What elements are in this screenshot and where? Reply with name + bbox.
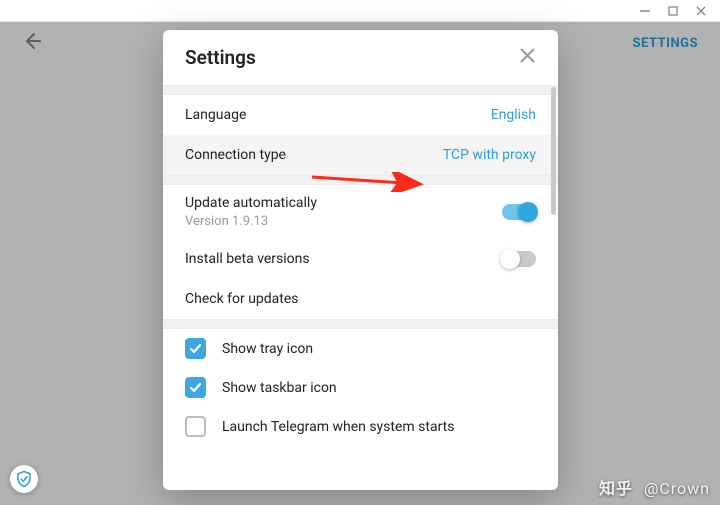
checkbox-show-taskbar[interactable]	[185, 377, 206, 398]
row-show-tray-icon[interactable]: Show tray icon	[163, 329, 558, 368]
watermark-site: 知乎	[599, 479, 633, 498]
row-label: Update automatically	[185, 195, 317, 211]
close-icon[interactable]	[519, 47, 536, 68]
toggle-install-beta[interactable]	[502, 251, 536, 267]
row-install-beta[interactable]: Install beta versions	[163, 239, 558, 279]
checkbox-label: Show tray icon	[222, 341, 313, 357]
watermark-handle: @Crown	[644, 479, 710, 498]
row-value: English	[491, 107, 536, 123]
section-divider	[163, 319, 558, 329]
row-label: Install beta versions	[185, 251, 310, 267]
scrollbar-thumb[interactable]	[551, 87, 556, 215]
checkbox-label: Show taskbar icon	[222, 380, 337, 396]
toggle-update-automatically[interactable]	[502, 204, 536, 220]
maximize-icon[interactable]	[668, 6, 678, 16]
row-label: Check for updates	[185, 291, 299, 307]
row-value: TCP with proxy	[443, 147, 536, 163]
window-titlebar	[0, 0, 720, 22]
row-label: Language	[185, 107, 246, 123]
modal-title: Settings	[185, 46, 256, 69]
verified-shield-icon[interactable]	[10, 465, 38, 493]
row-label: Connection type	[185, 147, 286, 163]
row-check-for-updates[interactable]: Check for updates	[163, 279, 558, 319]
section-divider	[163, 85, 558, 95]
checkbox-show-tray[interactable]	[185, 338, 206, 359]
checkbox-label: Launch Telegram when system starts	[222, 419, 454, 435]
modal-header: Settings	[163, 30, 558, 85]
checkbox-launch-startup[interactable]	[185, 416, 206, 437]
row-connection-type[interactable]: Connection type TCP with proxy	[163, 135, 558, 175]
modal-body: Language English Connection type TCP wit…	[163, 85, 558, 490]
minimize-icon[interactable]	[640, 6, 650, 16]
row-show-taskbar-icon[interactable]: Show taskbar icon	[163, 368, 558, 407]
row-update-automatically[interactable]: Update automatically Version 1.9.13	[163, 185, 558, 239]
row-language[interactable]: Language English	[163, 95, 558, 135]
close-window-icon[interactable]	[696, 6, 706, 16]
section-divider	[163, 175, 558, 185]
watermark: 知乎 @Crown	[599, 475, 710, 499]
row-launch-on-startup[interactable]: Launch Telegram when system starts	[163, 407, 558, 446]
settings-modal: Settings Language English Connection typ…	[163, 30, 558, 490]
version-text: Version 1.9.13	[185, 214, 317, 229]
